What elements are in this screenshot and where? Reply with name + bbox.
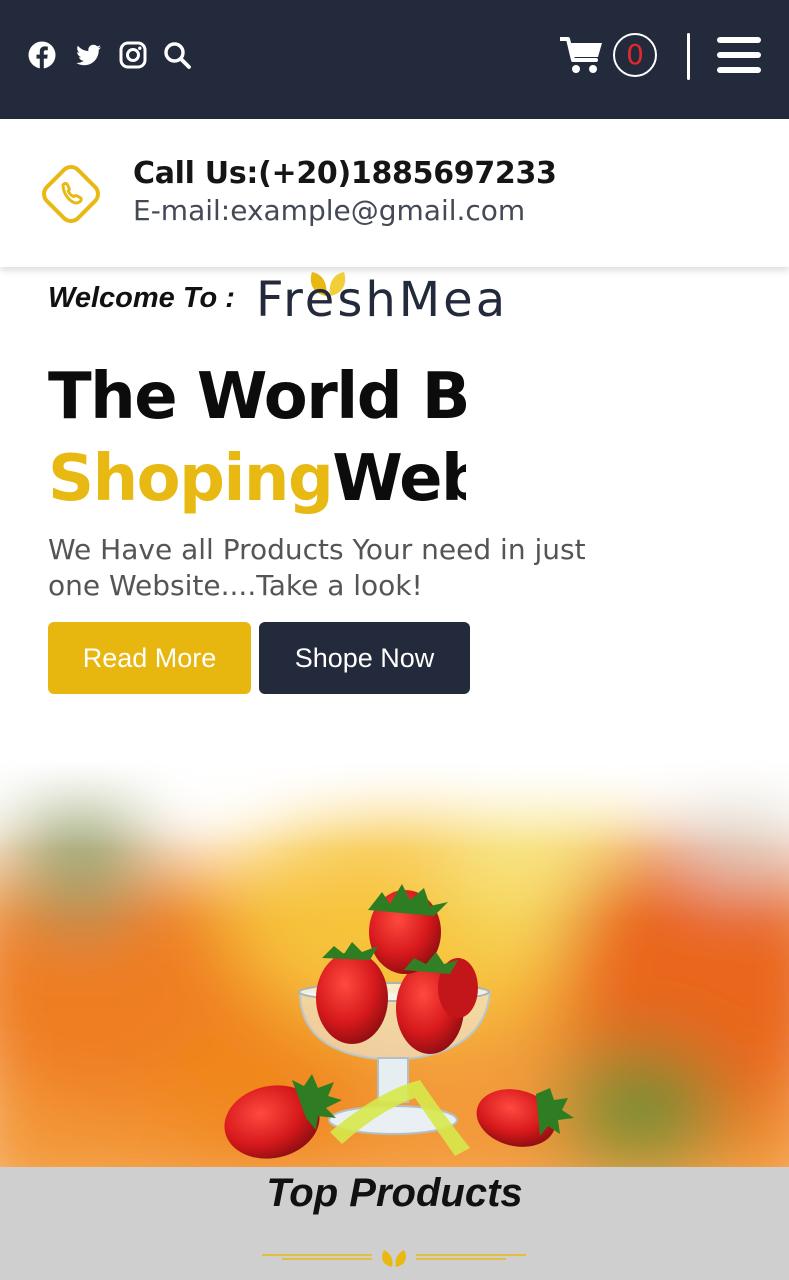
- call-us-text[interactable]: Call Us:(+20)1885697233: [133, 156, 557, 191]
- shopping-cart-icon[interactable]: [560, 36, 604, 76]
- brand-name: FreshMea: [256, 272, 509, 328]
- hero-headline: The World Be ShopingWebs: [48, 356, 466, 520]
- headline-rest: Webs: [332, 442, 466, 516]
- welcome-label: Welcome To :: [48, 282, 235, 314]
- hero-fruit-image: [0, 760, 789, 1167]
- leaf-divider-icon: [262, 1250, 526, 1267]
- shop-now-button[interactable]: Shope Now: [259, 622, 470, 694]
- email-text[interactable]: E-mail:example@gmail.com: [133, 194, 525, 227]
- instagram-icon[interactable]: [118, 40, 148, 70]
- section-title: Top Products: [266, 1171, 523, 1215]
- top-products-section: Top Products: [0, 1167, 789, 1280]
- hero-subtitle: We Have all Products Your need in just o…: [48, 533, 586, 602]
- contact-strip: Call Us:(+20)1885697233 E-mail:example@g…: [0, 119, 789, 267]
- headline-line-2: ShopingWebs: [48, 438, 466, 520]
- headline-line-1: The World Be: [48, 360, 466, 434]
- hamburger-menu-icon[interactable]: [717, 37, 761, 75]
- phone-icon: [42, 165, 100, 223]
- cart-count-badge[interactable]: 0: [613, 33, 657, 77]
- headline-accent: Shoping: [48, 442, 334, 516]
- read-more-button[interactable]: Read More: [48, 622, 251, 694]
- navbar-divider: [687, 33, 690, 80]
- facebook-icon[interactable]: [27, 40, 57, 70]
- twitter-icon[interactable]: [73, 40, 103, 70]
- search-icon[interactable]: [162, 40, 192, 70]
- top-navbar: 0: [0, 0, 789, 119]
